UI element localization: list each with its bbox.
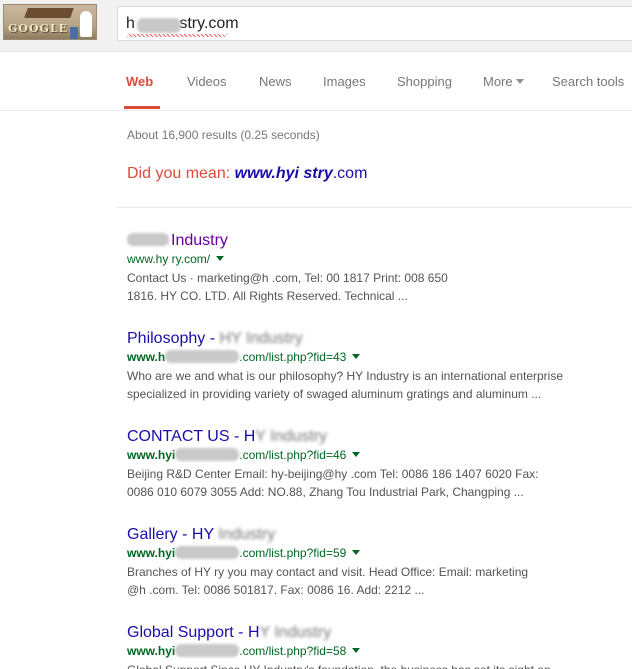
tab-web[interactable]: Web bbox=[126, 74, 153, 89]
snippet-line: specialized in providing variety of swag… bbox=[127, 387, 542, 401]
tab-videos[interactable]: Videos bbox=[187, 74, 227, 89]
url-dropdown-icon[interactable] bbox=[352, 354, 361, 359]
tab-news[interactable]: News bbox=[259, 74, 292, 89]
result-snippet: Contact Us · marketing@h .com, Tel: 00 1… bbox=[127, 269, 632, 305]
url-dropdown-icon[interactable] bbox=[216, 256, 225, 261]
result-url-suffix: .com/list.php?fid=46 bbox=[239, 448, 347, 462]
url-dropdown-icon[interactable] bbox=[352, 452, 361, 457]
snippet-line: Branches of HY ry you may contact and vi… bbox=[127, 565, 529, 579]
doodle-figure bbox=[80, 11, 92, 37]
result-snippet: Who are we and what is our philosophy? H… bbox=[127, 367, 632, 403]
result-title-link[interactable]: Global Support - HY Industry bbox=[127, 623, 632, 643]
search-result: Global Support - HY Industry www.hyi .com… bbox=[127, 623, 632, 669]
tab-shopping[interactable]: Shopping bbox=[397, 74, 452, 89]
result-url: www.h .com/list.php?fid=43 bbox=[127, 349, 632, 365]
search-redaction bbox=[137, 18, 181, 33]
tab-more[interactable]: More bbox=[483, 74, 524, 89]
result-snippet: Branches of HY ry you may contact and vi… bbox=[127, 563, 632, 599]
result-title-text: Global Support - H bbox=[127, 624, 260, 641]
result-url: www.hyi .com/list.php?fid=46 bbox=[127, 447, 632, 463]
doodle-roof-shape bbox=[24, 8, 74, 18]
suggestion-bold: www.hyi stry bbox=[234, 165, 333, 182]
result-url-suffix: .com/list.php?fid=58 bbox=[239, 644, 347, 658]
result-title-link[interactable]: Gallery - HY Industry bbox=[127, 525, 632, 545]
snippet-line: @h .com. Tel: 0086 501817. Fax: 0086 16.… bbox=[127, 583, 425, 597]
suggestion-rest: .com bbox=[332, 165, 368, 182]
url-dropdown-icon[interactable] bbox=[352, 648, 361, 653]
search-input[interactable] bbox=[126, 14, 606, 34]
logo-text: GOOGLE bbox=[8, 22, 69, 35]
result-title-link[interactable]: CONTACT US - HY Industry bbox=[127, 427, 632, 447]
result-title-text: CONTACT US - H bbox=[127, 428, 256, 445]
result-snippet: Beijing R&D Center Email: hy-beijing@hy … bbox=[127, 465, 632, 501]
snippet-line: Global Support Since HY Industry's found… bbox=[127, 661, 632, 669]
snippet-line: 1816. HY CO. LTD. All Rights Reserved. T… bbox=[127, 289, 408, 303]
search-box[interactable] bbox=[117, 6, 632, 41]
result-url: www.hy ry.com/ bbox=[127, 251, 632, 267]
result-stats: About 16,900 results (0.25 seconds) bbox=[127, 128, 320, 142]
result-url-suffix: .com/list.php?fid=59 bbox=[239, 546, 347, 560]
result-title-text: Gallery - HY bbox=[127, 526, 219, 543]
spellcheck-underline bbox=[127, 34, 227, 37]
redaction bbox=[175, 448, 240, 461]
result-url-text: www.hy ry.com/ bbox=[127, 252, 211, 266]
result-title-redacted: Y Industry bbox=[259, 624, 332, 641]
search-result: Gallery - HY Industry www.hyi .com/list.p… bbox=[127, 525, 632, 599]
search-result: Philosophy - HY Industry www.h .com/list.… bbox=[127, 329, 632, 403]
search-tools-button[interactable]: Search tools bbox=[552, 74, 624, 89]
snippet-line: Beijing R&D Center Email: hy-beijing@hy … bbox=[127, 467, 539, 481]
result-title-link[interactable]: Philosophy - HY Industry bbox=[127, 329, 632, 349]
result-snippet: Global Support Since HY Industry's found… bbox=[127, 661, 632, 669]
redaction bbox=[175, 644, 240, 657]
search-result: Industry www.hy ry.com/ Contact Us · mar… bbox=[127, 231, 632, 305]
result-title-text: Industry bbox=[171, 232, 228, 249]
result-url-prefix: www.hyi bbox=[127, 448, 176, 462]
search-result: CONTACT US - HY Industry www.hyi .com/lis… bbox=[127, 427, 632, 501]
url-dropdown-icon[interactable] bbox=[352, 550, 361, 555]
result-title-redacted: Y Industry bbox=[255, 428, 328, 445]
chevron-down-icon bbox=[515, 79, 524, 84]
result-title-redacted: HY Industry bbox=[219, 330, 303, 347]
did-you-mean: Did you mean: www.hyi stry.com bbox=[127, 165, 367, 183]
result-url-prefix: www.hyi bbox=[127, 644, 176, 658]
did-you-mean-label: Did you mean: bbox=[127, 165, 231, 182]
top-bar: GOOGLE bbox=[0, 0, 632, 52]
snippet-line: Who are we and what is our philosophy? H… bbox=[127, 369, 564, 383]
snippet-line: Contact Us · marketing@h .com, Tel: 00 1… bbox=[127, 271, 448, 285]
result-title-text: Philosophy - bbox=[127, 330, 220, 347]
result-url-prefix: www.h bbox=[127, 350, 166, 364]
result-url: www.hyi .com/list.php?fid=58 bbox=[127, 643, 632, 659]
search-tabs: Web Videos News Images Shopping More Sea… bbox=[0, 52, 632, 111]
spelling-suggestion-link[interactable]: www.hyi stry.com bbox=[235, 165, 368, 182]
tab-more-label: More bbox=[483, 74, 513, 89]
result-url: www.hyi .com/list.php?fid=59 bbox=[127, 545, 632, 561]
result-url-suffix: .com/list.php?fid=43 bbox=[239, 350, 347, 364]
tab-images[interactable]: Images bbox=[323, 74, 366, 89]
divider bbox=[117, 207, 632, 208]
snippet-line: 0086 010 6079 3055 Add: NO.88, Zhang Tou… bbox=[127, 485, 524, 499]
doodle-figure-small bbox=[70, 27, 78, 39]
result-title-redacted: Industry bbox=[218, 526, 276, 543]
active-tab-indicator bbox=[124, 106, 160, 109]
redaction bbox=[127, 233, 169, 246]
result-url-prefix: www.hyi bbox=[127, 546, 176, 560]
redaction bbox=[175, 546, 240, 559]
redaction bbox=[165, 350, 240, 363]
result-title-link[interactable]: Industry bbox=[127, 231, 632, 251]
google-doodle-logo[interactable]: GOOGLE bbox=[3, 4, 97, 40]
